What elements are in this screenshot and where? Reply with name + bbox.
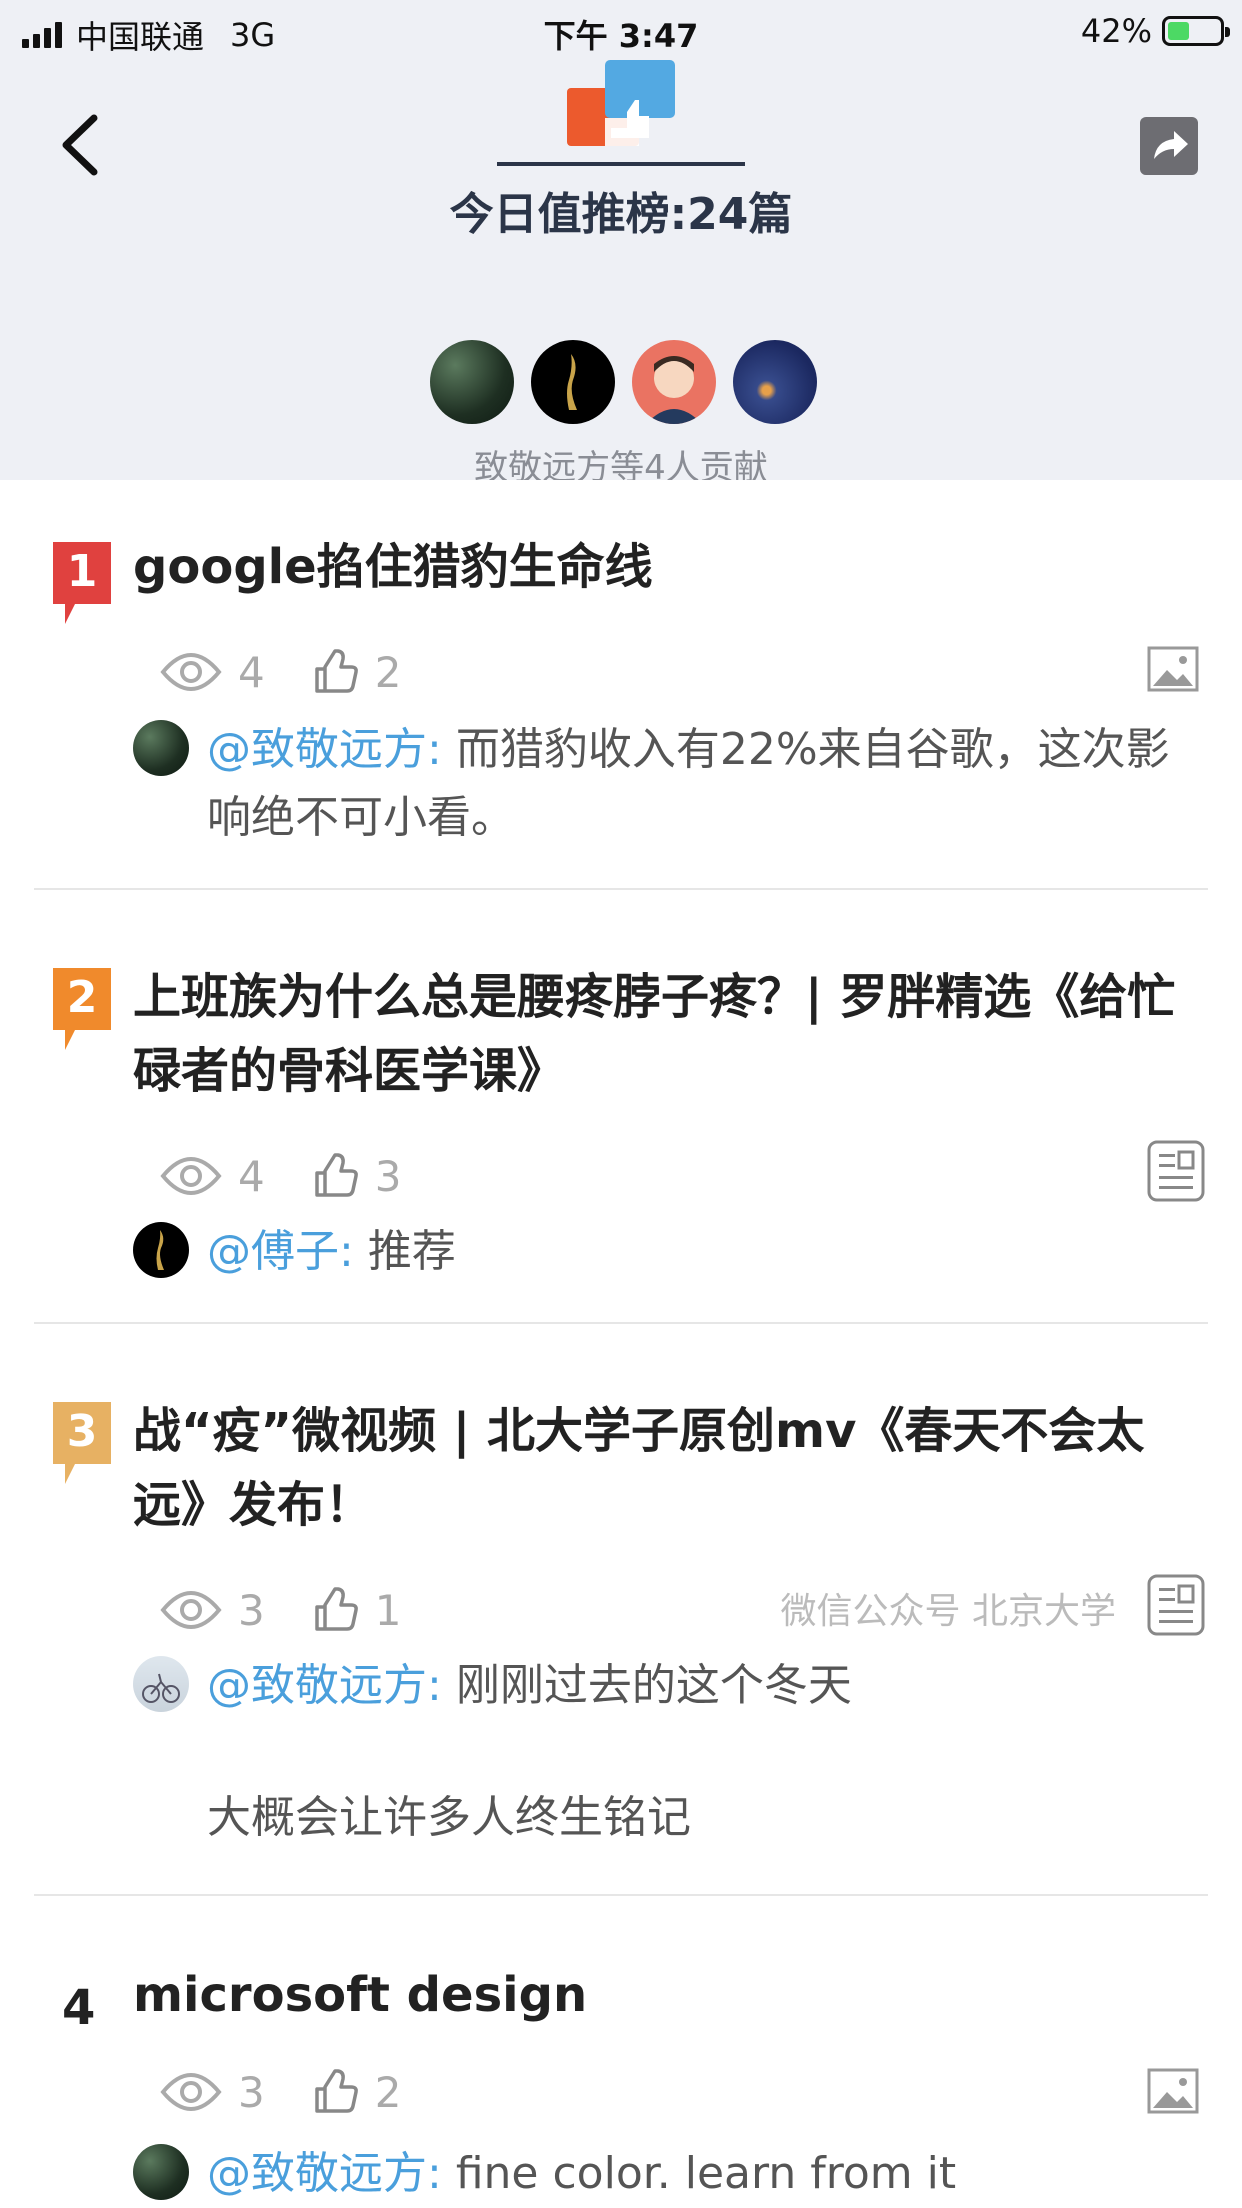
- thumbs-up-icon[interactable]: [313, 2069, 359, 2115]
- comment-user[interactable]: @致敬远方:: [207, 2148, 442, 2199]
- divider: [34, 888, 1208, 890]
- comment-text-line-2: 大概会让许多人终生铭记: [207, 1792, 691, 1843]
- like-count: 2: [374, 2067, 402, 2117]
- item-title[interactable]: 战“疫”微视频 | 北大学子原创mv《春天不会太远》发布！: [133, 1394, 1193, 1542]
- view-count: 3: [238, 1585, 265, 1635]
- eye-icon: [160, 653, 222, 691]
- item-title[interactable]: google掐住猎豹生命线: [133, 530, 1193, 604]
- thumbs-up-icon[interactable]: [313, 1587, 359, 1633]
- item-comment[interactable]: @傅子: 推荐: [133, 1218, 1193, 1286]
- contributors-label: 致敬远方等4人贡献: [474, 448, 768, 480]
- comment-text: 刚刚过去的这个冬天: [455, 1660, 852, 1711]
- image-icon: [1147, 2068, 1203, 2124]
- status-bar: 中国联通 3G 下午 3:47 42%: [0, 0, 1242, 62]
- avatar: [133, 1222, 189, 1278]
- eye-icon: [160, 1157, 222, 1195]
- item-stats: 3 2: [160, 2064, 449, 2120]
- article-icon: [1147, 1140, 1205, 1202]
- comment-user[interactable]: @致敬远方:: [207, 724, 442, 775]
- thumbs-up-icon[interactable]: [313, 649, 359, 695]
- comment-text: fine color. learn from it: [455, 2148, 957, 2199]
- avatar: [133, 1656, 189, 1712]
- avatar: [133, 720, 189, 776]
- divider: [34, 1894, 1208, 1896]
- chevron-left-icon: [62, 114, 98, 176]
- article-icon: [1147, 1574, 1205, 1636]
- item-comment[interactable]: @致敬远方: fine color. learn from it: [133, 2140, 1193, 2208]
- share-icon: [1154, 131, 1188, 159]
- contributor-avatars[interactable]: [430, 340, 817, 424]
- rank-number: 4: [62, 1980, 96, 2036]
- battery-percent: 42%: [1080, 12, 1152, 50]
- item-stats: 4 2: [160, 644, 449, 700]
- item-stats: 3 1: [160, 1582, 449, 1638]
- comment-user[interactable]: @傅子:: [207, 1226, 354, 1277]
- comment-user[interactable]: @致敬远方:: [207, 1660, 442, 1711]
- item-stats: 4 3: [160, 1148, 449, 1204]
- share-button[interactable]: [1140, 117, 1198, 175]
- title-underline: [497, 162, 745, 166]
- view-count: 4: [238, 1151, 265, 1201]
- view-count: 3: [238, 2067, 265, 2117]
- avatar[interactable]: [531, 340, 615, 424]
- header: 中国联通 3G 下午 3:47 42% 今日值推榜:24篇 致敬远方等4人贡献: [0, 0, 1242, 480]
- eye-icon: [160, 2073, 222, 2111]
- comment-text: 推荐: [367, 1226, 456, 1277]
- rank-badge: 2: [53, 968, 111, 1050]
- page-title: 今日值推榜:24篇: [449, 189, 793, 240]
- item-title[interactable]: microsoft design: [133, 1958, 1193, 2032]
- status-time: 下午 3:47: [543, 17, 699, 55]
- divider: [34, 1322, 1208, 1324]
- rank-badge: 3: [53, 1402, 111, 1484]
- item-source[interactable]: 微信公众号 北京大学: [781, 1582, 1116, 1634]
- avatar[interactable]: [430, 340, 514, 424]
- image-icon: [1147, 646, 1203, 702]
- battery-icon: [1162, 16, 1230, 46]
- like-count: 1: [374, 1585, 402, 1635]
- item-comment[interactable]: @致敬远方: 而猎豹收入有22%来自谷歌，这次影响绝不可小看。: [133, 716, 1193, 852]
- like-count: 3: [374, 1151, 402, 1201]
- avatar: [133, 2144, 189, 2200]
- view-count: 4: [238, 647, 265, 697]
- thumbs-up-icon[interactable]: [313, 1153, 359, 1199]
- eye-icon: [160, 1591, 222, 1629]
- item-title[interactable]: 上班族为什么总是腰疼脖子疼？| 罗胖精选《给忙碌者的骨科医学课》: [133, 960, 1193, 1108]
- avatar[interactable]: [733, 340, 817, 424]
- rank-badge: 1: [53, 542, 111, 624]
- like-count: 2: [374, 647, 402, 697]
- back-button[interactable]: [56, 110, 106, 180]
- item-comment[interactable]: @致敬远方: 刚刚过去的这个冬天 大概会让许多人终生铭记: [133, 1652, 1193, 1852]
- avatar[interactable]: [632, 340, 716, 424]
- thumbs-up-logo: [565, 58, 677, 148]
